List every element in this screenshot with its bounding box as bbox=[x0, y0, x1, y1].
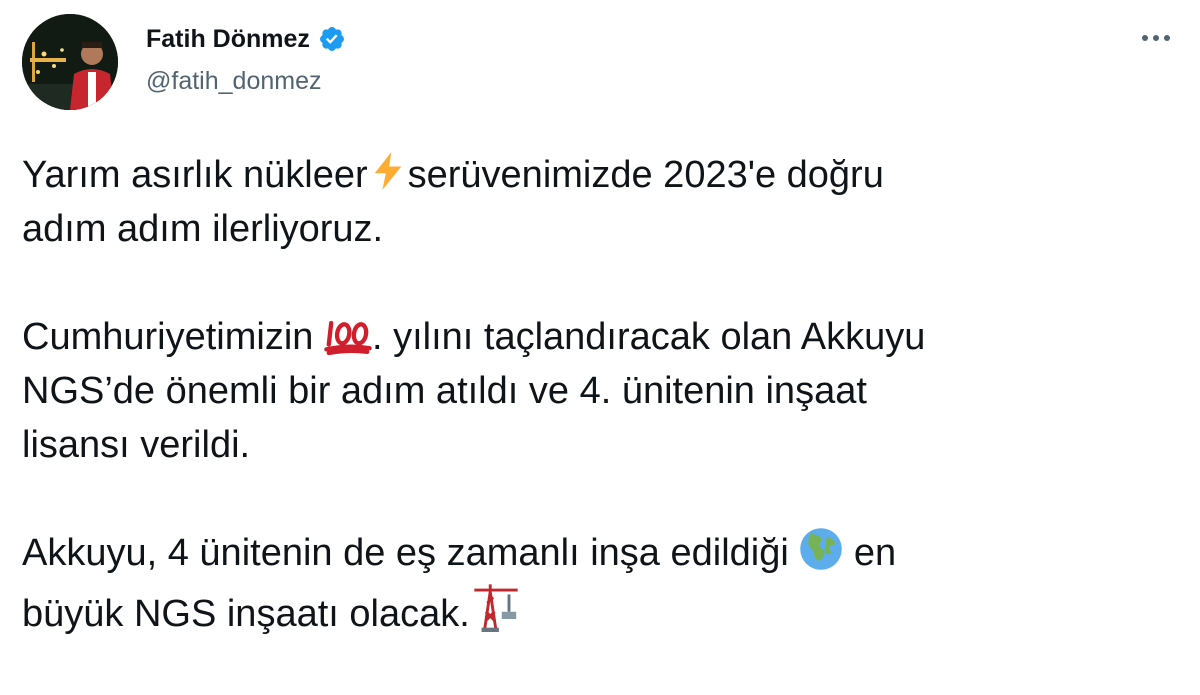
tweet-text-segment: adım adım ilerliyoruz. bbox=[22, 208, 384, 250]
tweet-text-segment: NGS’de önemli bir adım atıldı ve 4. ünit… bbox=[22, 370, 867, 412]
author-name[interactable]: Fatih Dönmez bbox=[146, 24, 310, 54]
globe-emoji-icon bbox=[800, 528, 843, 570]
verified-badge-icon bbox=[318, 25, 346, 53]
more-options-icon[interactable] bbox=[1136, 22, 1176, 54]
tweet-text-segment: lisansı verildi. bbox=[22, 424, 251, 466]
tweet-text: Yarım asırlık nükleer serüvenimizde 2023'… bbox=[22, 148, 1162, 695]
tweet-text-segment: Akkuyu, 4 ünitenin de eş zamanlı inşa ed… bbox=[22, 532, 789, 574]
tweet-paragraph-3: Akkuyu, 4 ünitenin de eş zamanlı inşa ed… bbox=[22, 526, 1162, 641]
tweet-paragraph-2: Cumhuriyetimizin . yılını taçlandıracak … bbox=[22, 310, 1162, 472]
avatar[interactable] bbox=[22, 14, 118, 110]
avatar-photo bbox=[22, 14, 118, 110]
tweet-text-segment: serüvenimizde 2023'e doğru bbox=[407, 154, 884, 196]
tweet-text-segment: . yılını taçlandıracak olan Akkuyu bbox=[371, 316, 926, 358]
tweet-text-segment: Cumhuriyetimizin bbox=[22, 316, 314, 358]
tweet-text-segment: Yarım asırlık nükleer bbox=[22, 154, 368, 196]
hundred-points-emoji-icon bbox=[324, 320, 372, 355]
lightning-emoji-icon bbox=[374, 152, 401, 190]
tweet-text-segment: en bbox=[853, 532, 897, 574]
author-handle[interactable]: @fatih_donmez bbox=[146, 66, 321, 96]
tweet-text-segment: büyük NGS inşaatı olacak. bbox=[22, 593, 470, 635]
building-construction-emoji-icon bbox=[474, 584, 518, 632]
tweet-paragraph-1: Yarım asırlık nükleer serüvenimizde 2023'… bbox=[22, 148, 1162, 256]
